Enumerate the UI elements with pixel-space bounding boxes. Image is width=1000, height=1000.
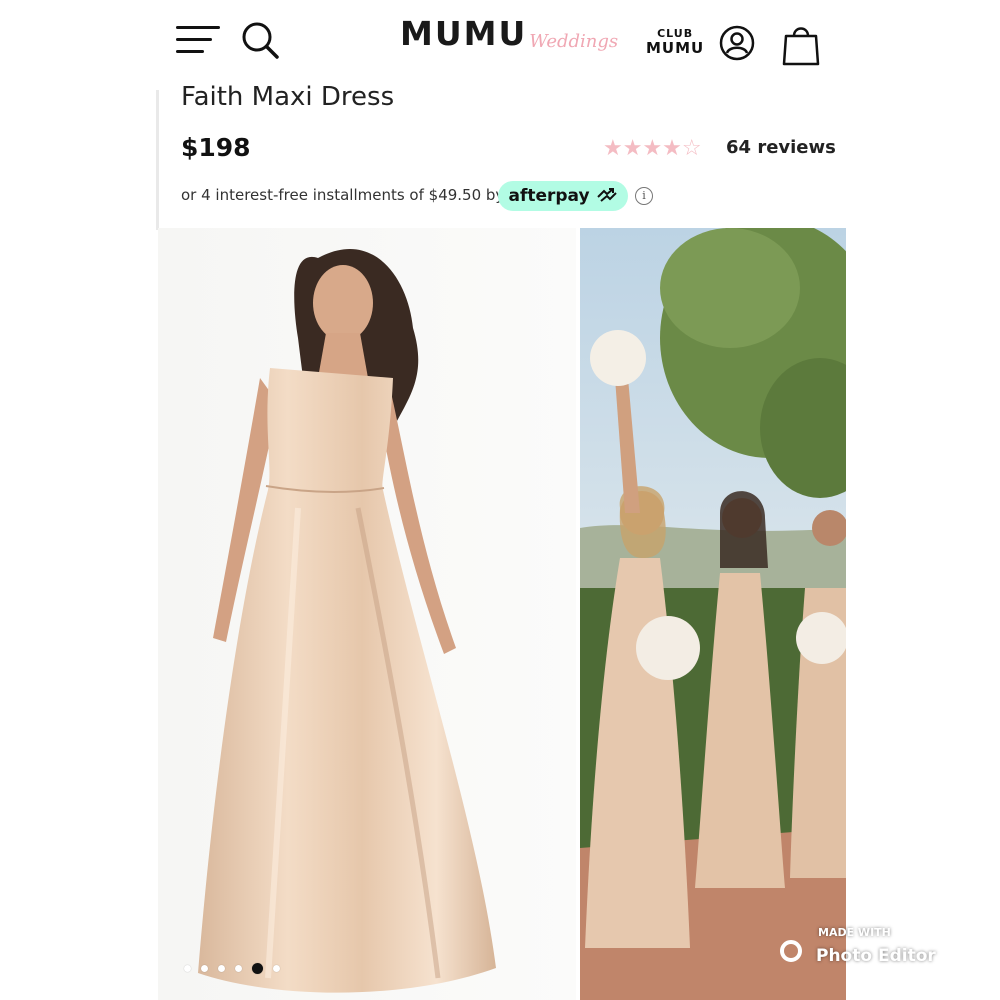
product-image-lifestyle[interactable]: [580, 228, 846, 1000]
gallery-dot[interactable]: [252, 963, 263, 974]
gallery-dots: [184, 958, 290, 974]
page-edge-divider: [156, 90, 159, 230]
afterpay-badge[interactable]: afterpay: [498, 181, 628, 211]
site-header: MUMU Weddings CLUB MUMU: [160, 0, 850, 88]
info-icon[interactable]: i: [635, 187, 653, 205]
club-mumu-link[interactable]: CLUB MUMU: [646, 27, 705, 57]
account-icon[interactable]: [718, 24, 756, 62]
gallery-dot[interactable]: [218, 965, 225, 972]
product-price: $198: [181, 133, 251, 162]
reviews-link[interactable]: 64 reviews: [726, 137, 836, 158]
product-title: Faith Maxi Dress: [181, 82, 395, 112]
watermark-line1: MADE WITH: [818, 926, 891, 939]
rating-stars: ★★★★☆: [603, 136, 702, 161]
gallery-dot[interactable]: [201, 965, 208, 972]
logo-main-text: MUMU: [400, 14, 528, 53]
gallery-dot[interactable]: [184, 965, 191, 972]
logo-script-text: Weddings: [529, 31, 619, 52]
watermark-line2: Photo Editor: [816, 946, 936, 966]
club-label-line2: MUMU: [646, 39, 705, 57]
gallery-dot[interactable]: [273, 965, 280, 972]
product-image-main[interactable]: [158, 228, 576, 1000]
afterpay-arrows-icon: [596, 188, 617, 202]
search-icon[interactable]: [240, 20, 280, 60]
hamburger-menu-icon[interactable]: [176, 22, 220, 58]
shopping-bag-icon[interactable]: [782, 22, 820, 66]
gallery-dot[interactable]: [235, 965, 242, 972]
afterpay-label: afterpay: [508, 186, 590, 206]
installment-text: or 4 interest-free installments of $49.5…: [181, 186, 505, 204]
watermark-ring-icon: [780, 940, 802, 962]
site-logo[interactable]: MUMU Weddings: [400, 14, 618, 54]
